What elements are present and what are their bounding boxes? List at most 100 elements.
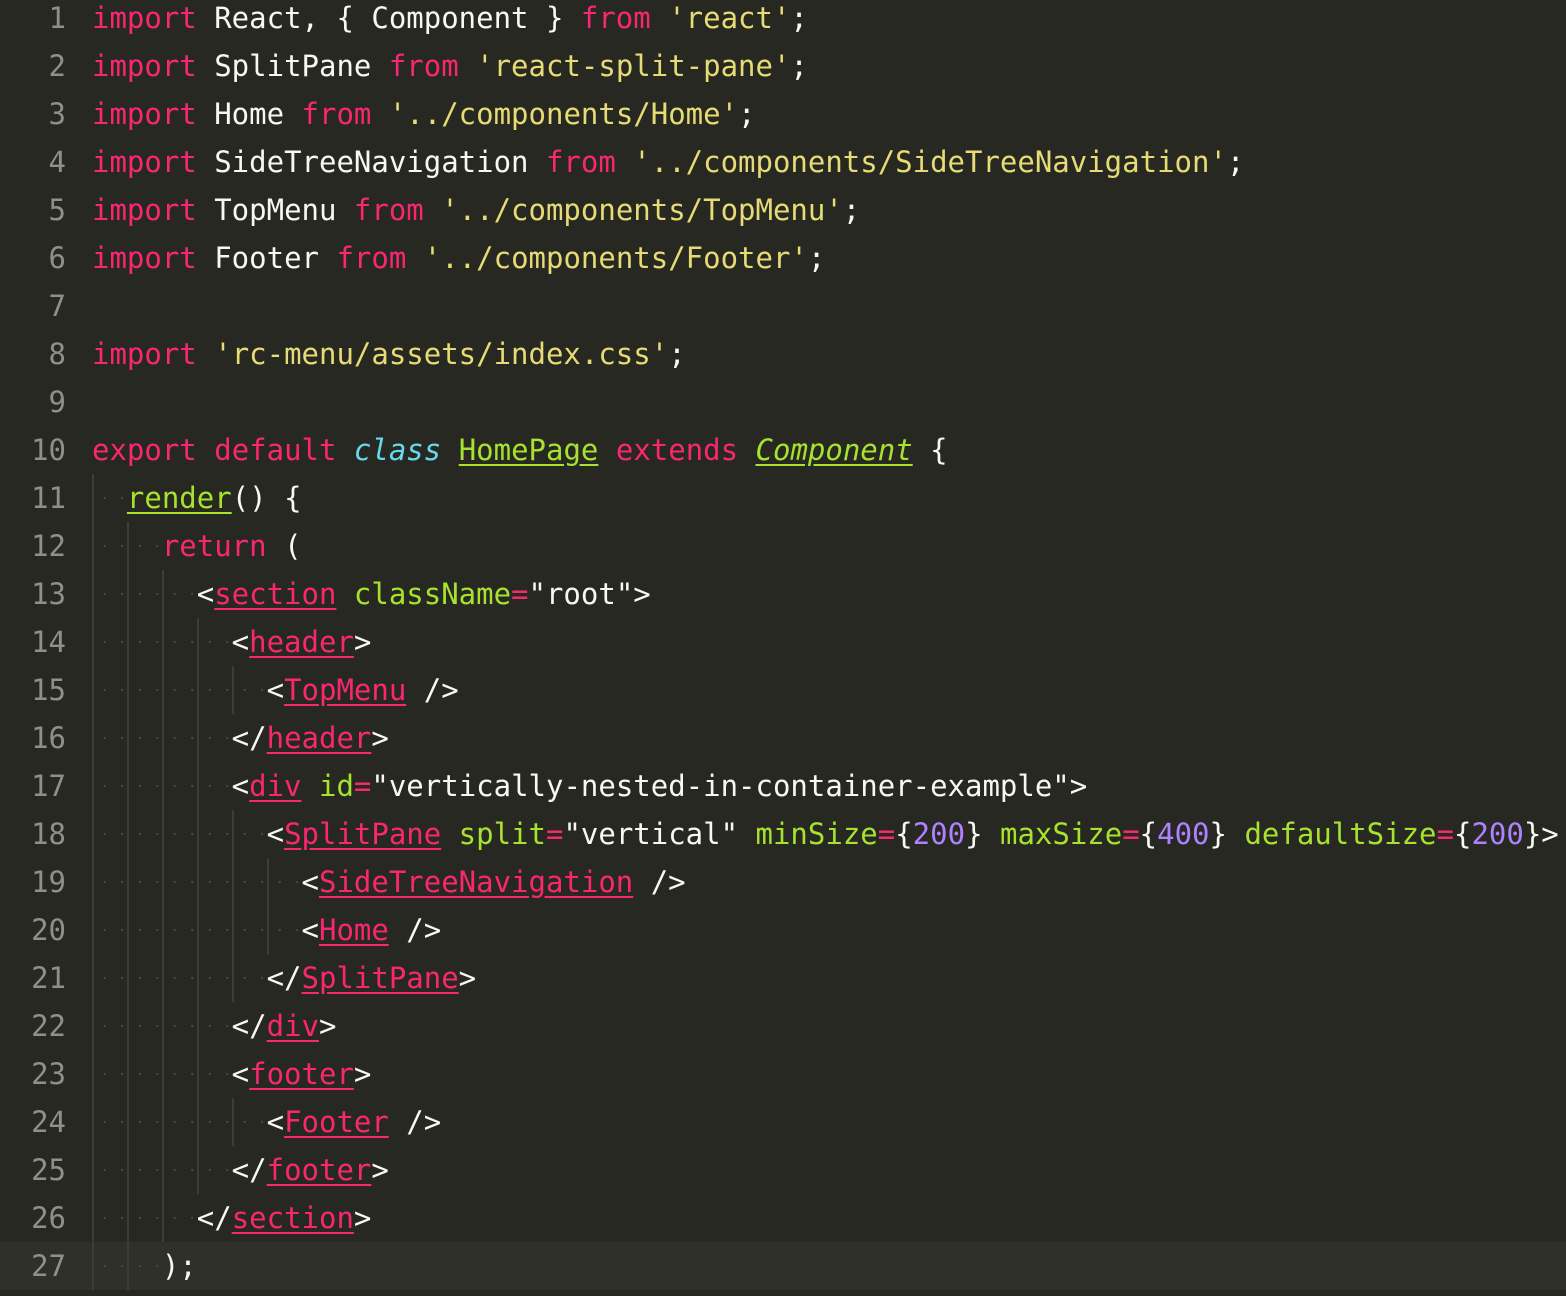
- code-line[interactable]: 6 import Footer from '../components/Foote…: [0, 234, 1566, 282]
- code-line[interactable]: 25 </footer>: [0, 1146, 1566, 1194]
- code-line[interactable]: 11 render() {: [0, 474, 1566, 522]
- code-token: {: [895, 817, 913, 851]
- line-number: 19: [31, 865, 66, 899]
- code-token: />: [388, 913, 442, 947]
- code-token: "vertical": [563, 817, 756, 851]
- code-line[interactable]: 1 import React, { Component } from 'react…: [0, 0, 1566, 42]
- code-line[interactable]: 2 import SplitPane from 'react-split-pane…: [0, 42, 1566, 90]
- code-token: ;: [738, 97, 756, 131]
- code-line[interactable]: 22 </div>: [0, 1002, 1566, 1050]
- code-line[interactable]: 27 );: [0, 1242, 1566, 1290]
- code-token: </: [92, 1009, 267, 1043]
- code-token: <: [92, 1057, 250, 1091]
- code-line[interactable]: 26 </section>: [0, 1194, 1566, 1242]
- code-line[interactable]: 17 <div id="vertically-nested-in-contain…: [0, 762, 1566, 810]
- code-token: {: [912, 433, 948, 467]
- line-number: 4: [48, 145, 66, 179]
- code-line[interactable]: 13 <section className="root">: [0, 570, 1566, 618]
- line-number: 10: [31, 433, 66, 467]
- code-token: TopMenu: [196, 193, 354, 227]
- code-token: 'rc-menu/assets/index.css': [214, 337, 669, 371]
- code-token: =: [877, 817, 896, 851]
- code-line[interactable]: 7: [0, 282, 1566, 330]
- code-line[interactable]: 12 return (: [0, 522, 1566, 570]
- code-token: 200: [912, 817, 966, 851]
- code-token: >: [353, 1057, 372, 1091]
- line-number: 5: [48, 193, 66, 227]
- code-line[interactable]: 10 export default class HomePage extends …: [0, 426, 1566, 474]
- code-text: return (: [92, 522, 302, 570]
- code-text: export default class HomePage extends Co…: [92, 426, 948, 474]
- indent-guide: [267, 858, 269, 954]
- code-token: =: [545, 817, 564, 851]
- code-text: <Footer />: [92, 1098, 442, 1146]
- code-text: import Home from '../components/Home';: [92, 90, 756, 138]
- code-token: default: [214, 433, 337, 467]
- code-editor[interactable]: 1 import React, { Component } from 'react…: [0, 0, 1566, 1296]
- code-token: minSize: [755, 817, 878, 851]
- indent-guide: [232, 666, 234, 714]
- code-text: </SplitPane>: [92, 954, 477, 1002]
- line-number: 21: [31, 961, 66, 995]
- line-number: 1: [48, 1, 66, 35]
- code-token: 'react-split-pane': [476, 49, 791, 83]
- indent-guide: [232, 810, 234, 1002]
- code-line[interactable]: 21 </SplitPane>: [0, 954, 1566, 1002]
- code-token: =: [1122, 817, 1140, 851]
- code-token: render: [126, 481, 232, 515]
- code-token: ;: [668, 337, 686, 371]
- code-line[interactable]: 3 import Home from '../components/Home';: [0, 90, 1566, 138]
- code-line[interactable]: 23 <footer>: [0, 1050, 1566, 1098]
- code-token: >: [458, 961, 477, 995]
- code-token: (: [266, 529, 302, 563]
- code-token: =: [353, 769, 372, 803]
- indent-guide: [162, 570, 164, 1242]
- code-token: id: [319, 769, 354, 803]
- code-token: HomePage: [458, 433, 599, 467]
- code-token: ;: [807, 241, 826, 275]
- code-token: >: [353, 625, 372, 659]
- code-line[interactable]: 5 import TopMenu from '../components/TopM…: [0, 186, 1566, 234]
- code-token: class: [353, 433, 442, 467]
- code-line[interactable]: 24 <Footer />: [0, 1098, 1566, 1146]
- line-number: 13: [31, 577, 66, 611]
- code-line[interactable]: 4 import SideTreeNavigation from '../comp…: [0, 138, 1566, 186]
- code-token: extends: [615, 433, 739, 467]
- code-token: "root">: [528, 577, 651, 611]
- code-token: SplitPane: [196, 49, 389, 83]
- code-token: import: [92, 49, 197, 83]
- code-token: <: [92, 1105, 285, 1139]
- code-token: />: [633, 865, 686, 899]
- code-token: '../components/Footer': [423, 241, 808, 275]
- code-text: import 'rc-menu/assets/index.css';: [92, 330, 686, 378]
- code-token: ;: [842, 193, 861, 227]
- code-line[interactable]: 19 <SideTreeNavigation />: [0, 858, 1566, 906]
- code-token: }>: [1523, 817, 1559, 851]
- code-line[interactable]: 15 <TopMenu />: [0, 666, 1566, 714]
- code-line[interactable]: 14 <header>: [0, 618, 1566, 666]
- code-line[interactable]: 16 </header>: [0, 714, 1566, 762]
- code-token: <: [92, 625, 250, 659]
- code-token: ;: [790, 1, 808, 35]
- code-line[interactable]: 9: [0, 378, 1566, 426]
- code-token: div: [266, 1009, 319, 1043]
- code-line[interactable]: 18 <SplitPane split="vertical" minSize={…: [0, 810, 1566, 858]
- code-line[interactable]: 20 <Home />: [0, 906, 1566, 954]
- line-number: 14: [31, 625, 66, 659]
- code-line[interactable]: 8 import 'rc-menu/assets/index.css';: [0, 330, 1566, 378]
- code-text: import TopMenu from '../components/TopMe…: [92, 186, 860, 234]
- code-token: import: [92, 97, 197, 131]
- code-text: render() {: [92, 474, 302, 522]
- code-token: =: [511, 577, 529, 611]
- code-token: from: [388, 49, 459, 83]
- code-token: />: [406, 673, 459, 707]
- code-token: </: [92, 721, 267, 755]
- line-number: 15: [31, 673, 66, 707]
